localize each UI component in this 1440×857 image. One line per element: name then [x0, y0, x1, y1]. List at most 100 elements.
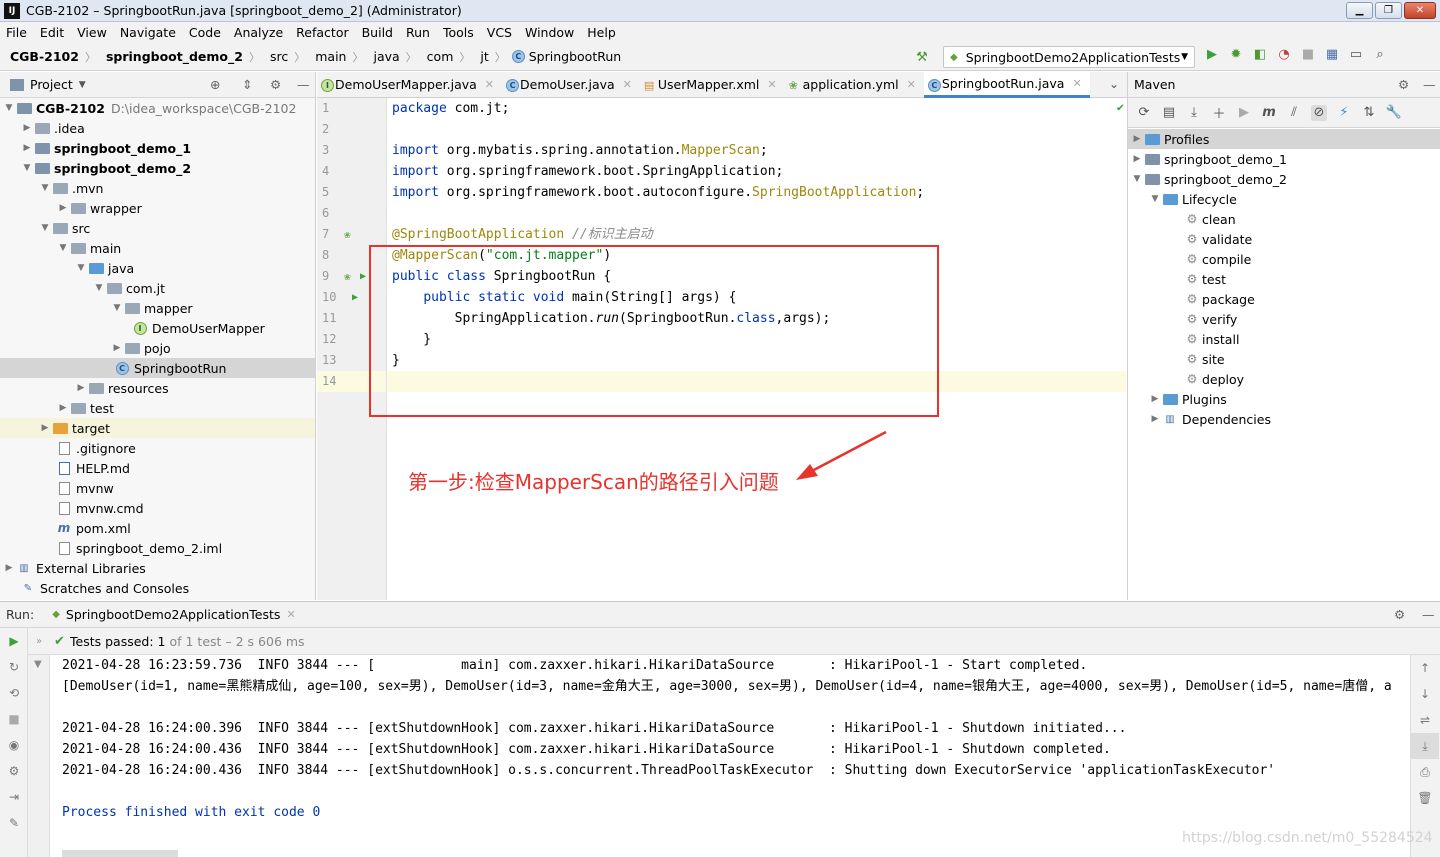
tree-item-mapper[interactable]: ▼ mapper	[0, 298, 315, 318]
run-tab[interactable]: SpringbootDemo2ApplicationTests	[66, 607, 281, 622]
maven-item-dependencies[interactable]: ▶ ▥ Dependencies	[1128, 409, 1440, 429]
maven-goal-site[interactable]: ⚙ site	[1128, 349, 1440, 369]
arrow-down-icon[interactable]: ↓	[1411, 681, 1439, 707]
camera-icon[interactable]: ◉	[0, 732, 28, 758]
search-icon[interactable]: ⌕	[1372, 46, 1388, 62]
close-icon[interactable]: ✕	[485, 78, 494, 91]
breadcrumb-com[interactable]: com	[417, 49, 456, 64]
spring-bean-icon[interactable]: ❀	[344, 266, 351, 287]
close-icon[interactable]: ✕	[286, 608, 295, 621]
tab-springbootrun[interactable]: C SpringbootRun.java ✕	[923, 71, 1090, 98]
maven-goal-compile[interactable]: ⚙ compile	[1128, 249, 1440, 269]
wrench-icon[interactable]: 🔧	[1386, 105, 1402, 121]
menu-analyze[interactable]: Analyze	[228, 25, 290, 40]
debug-icon[interactable]: ✹	[1228, 46, 1244, 62]
tree-item-package-comjt[interactable]: ▼ com.jt	[0, 278, 315, 298]
tree-item-pom[interactable]: m pom.xml	[0, 518, 315, 538]
maven-item-lifecycle[interactable]: ▼ Lifecycle	[1128, 189, 1440, 209]
tabs-dropdown-icon[interactable]: ⌄	[1109, 77, 1119, 91]
maven-goal-validate[interactable]: ⚙ validate	[1128, 229, 1440, 249]
project-panel-title[interactable]: Project	[30, 77, 73, 92]
run-gutter-icon[interactable]: ▶	[352, 287, 358, 308]
maven-goal-deploy[interactable]: ⚙ deploy	[1128, 369, 1440, 389]
breadcrumb-src[interactable]: src	[260, 49, 290, 64]
lightning-icon[interactable]: ⚡	[1336, 105, 1352, 121]
maven-goal-package[interactable]: ⚙ package	[1128, 289, 1440, 309]
tree-item-root[interactable]: ▼ CGB-2102 D:\idea_workspace\CGB-2102	[0, 98, 315, 118]
tab-demouser[interactable]: C DemoUser.java ✕	[502, 72, 640, 98]
tree-item-main[interactable]: ▼ main	[0, 238, 315, 258]
hide-icon[interactable]: —	[1422, 607, 1435, 622]
scroll-to-end-icon[interactable]: ⤓	[1411, 733, 1439, 759]
collapse-icon[interactable]: ⇅	[1361, 105, 1377, 121]
coverage-icon[interactable]: ◧	[1252, 46, 1268, 62]
tree-item-gitignore[interactable]: .gitignore	[0, 438, 315, 458]
profile-icon[interactable]: ◔	[1276, 46, 1292, 62]
toggle-auto-test-icon[interactable]: ⟲	[0, 680, 28, 706]
stop-icon[interactable]: ■	[1300, 46, 1316, 62]
minimize-button[interactable]: ▁	[1346, 2, 1373, 19]
close-icon[interactable]: ✕	[623, 78, 632, 91]
tree-item-src[interactable]: ▼ src	[0, 218, 315, 238]
settings-icon[interactable]: ⚙	[0, 758, 28, 784]
menu-code[interactable]: Code	[183, 25, 228, 40]
tree-item-idea[interactable]: ▶ .idea	[0, 118, 315, 138]
menu-run[interactable]: Run	[400, 25, 437, 40]
maven-goal-test[interactable]: ⚙ test	[1128, 269, 1440, 289]
menu-navigate[interactable]: Navigate	[114, 25, 183, 40]
close-icon[interactable]: ✕	[767, 78, 776, 91]
build-hammer-icon[interactable]: ⚒	[914, 49, 930, 65]
tree-item-mvn[interactable]: ▼ .mvn	[0, 178, 315, 198]
console-output[interactable]: 2021-04-28 16:23:59.736 INFO 3844 --- [ …	[50, 655, 1410, 857]
trash-icon[interactable]: 🗑	[1411, 785, 1439, 811]
close-button[interactable]: ✕	[1404, 2, 1436, 19]
tree-item-target[interactable]: ▶ target	[0, 418, 315, 438]
breadcrumb-java[interactable]: java	[363, 49, 401, 64]
print-icon[interactable]: ⎙	[1411, 759, 1439, 785]
tree-item-wrapper[interactable]: ▶ wrapper	[0, 198, 315, 218]
hide-icon[interactable]: —	[297, 77, 310, 92]
maven-goal-install[interactable]: ⚙ install	[1128, 329, 1440, 349]
tree-item-scratches[interactable]: ✎ Scratches and Consoles	[0, 578, 315, 598]
expand-icon[interactable]: »	[36, 636, 42, 647]
tree-item-springbootrun[interactable]: C SpringbootRun	[0, 358, 315, 378]
menu-refactor[interactable]: Refactor	[290, 25, 355, 40]
menu-tools[interactable]: Tools	[437, 25, 481, 40]
skip-tests-icon[interactable]: ⊘	[1311, 104, 1327, 121]
tab-usermapper-xml[interactable]: ▤ UserMapper.xml ✕	[640, 72, 785, 98]
tree-item-pojo[interactable]: ▶ pojo	[0, 338, 315, 358]
tree-item-demousermapper[interactable]: I DemoUserMapper	[0, 318, 315, 338]
breadcrumb-class[interactable]: SpringbootRun	[525, 49, 623, 64]
maven-item-demo2[interactable]: ▼ springboot_demo_2	[1128, 169, 1440, 189]
tree-item-mvnw-cmd[interactable]: mvnw.cmd	[0, 498, 315, 518]
tree-item-demo1[interactable]: ▶ springboot_demo_1	[0, 138, 315, 158]
add-icon[interactable]: ＋	[1211, 105, 1227, 122]
horizontal-scrollbar[interactable]	[62, 850, 178, 857]
arrow-up-icon[interactable]: ↑	[1411, 655, 1439, 681]
exit-icon[interactable]: ⇥	[0, 784, 28, 810]
maven-goal-verify[interactable]: ⚙ verify	[1128, 309, 1440, 329]
menu-file[interactable]: File	[0, 25, 34, 40]
pin-icon[interactable]: ✎	[0, 810, 28, 836]
maven-goal-icon[interactable]: m	[1261, 105, 1277, 121]
breadcrumb-project[interactable]: CGB-2102	[0, 49, 81, 64]
tree-item-java[interactable]: ▼ java	[0, 258, 315, 278]
chevron-down-icon[interactable]: ▼	[79, 80, 86, 90]
rerun-icon[interactable]: ▶	[0, 628, 28, 654]
menu-help[interactable]: Help	[581, 25, 623, 40]
tab-demousermapper[interactable]: I DemoUserMapper.java ✕	[317, 72, 502, 98]
layout-icon[interactable]: ▭	[1348, 46, 1364, 62]
gear-icon[interactable]: ⚙	[270, 77, 281, 92]
gear-icon[interactable]: ⚙	[1394, 607, 1405, 622]
menu-build[interactable]: Build	[356, 25, 400, 40]
breadcrumb-main[interactable]: main	[305, 49, 348, 64]
menu-vcs[interactable]: VCS	[481, 25, 519, 40]
breadcrumb-jt[interactable]: jt	[470, 49, 490, 64]
project-structure-icon[interactable]: ▦	[1324, 46, 1340, 62]
tree-item-demo2[interactable]: ▼ springboot_demo_2	[0, 158, 315, 178]
run-icon[interactable]: ▶	[1204, 46, 1220, 62]
locate-icon[interactable]: ⊕	[210, 77, 220, 92]
tab-application-yml[interactable]: ❀ application.yml ✕	[785, 72, 924, 98]
reload-icon[interactable]: ⟳	[1136, 105, 1152, 121]
run-configuration-select[interactable]: ◆ SpringbootDemo2ApplicationTests ▼	[943, 46, 1195, 68]
